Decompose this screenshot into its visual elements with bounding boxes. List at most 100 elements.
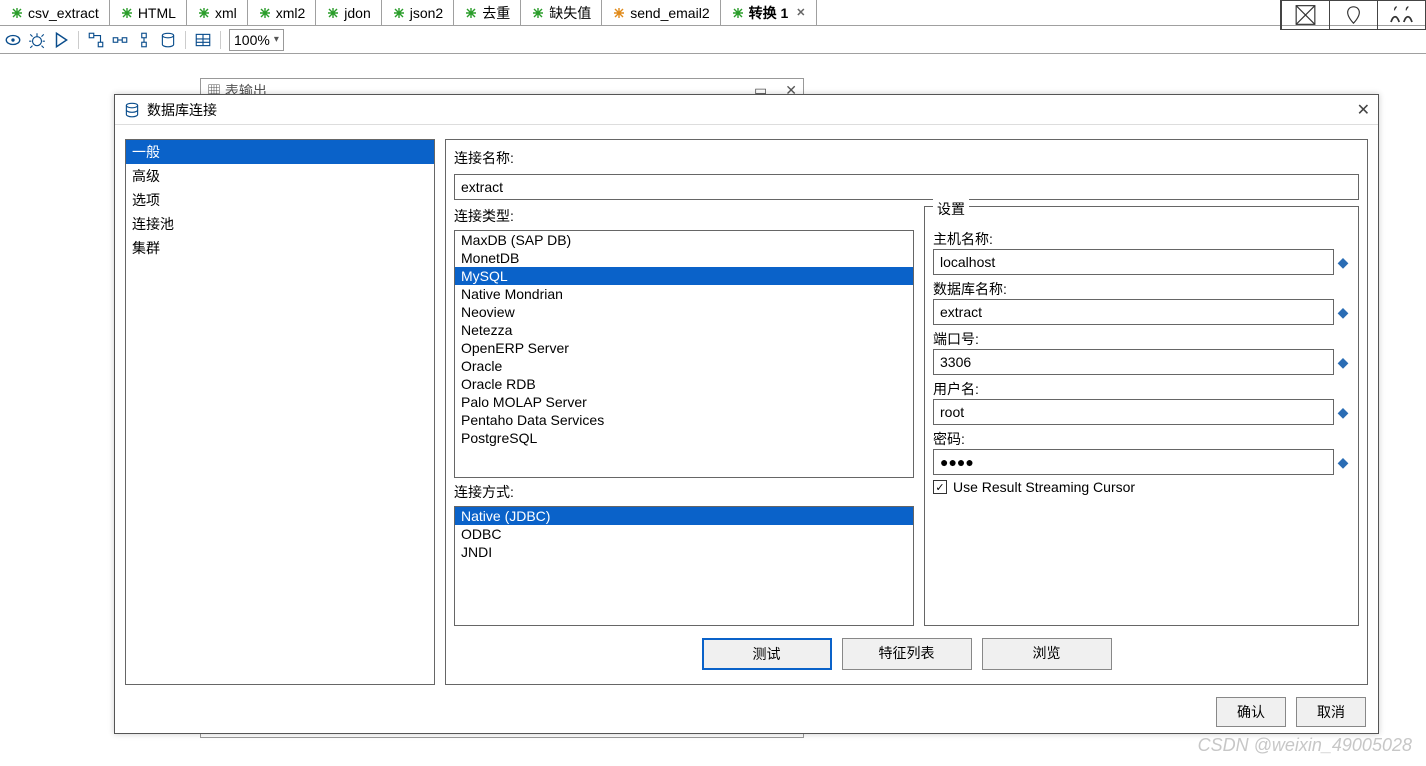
variable-icon[interactable]: ◆: [1336, 355, 1350, 369]
separator: [185, 31, 186, 49]
tab-HTML[interactable]: HTML: [110, 0, 187, 25]
list-item[interactable]: Oracle RDB: [455, 375, 913, 393]
play-icon[interactable]: [52, 31, 70, 49]
nav-panel: 一般高级选项连接池集群: [125, 139, 435, 685]
cancel-button[interactable]: 取消: [1296, 697, 1366, 727]
transform-icon: [258, 6, 272, 20]
nav-item[interactable]: 高级: [126, 164, 434, 188]
transform-icon: [731, 6, 745, 20]
tab-去重[interactable]: 去重: [454, 0, 521, 25]
perspective-icon-1[interactable]: [1281, 1, 1329, 29]
transform-icon: [326, 6, 340, 20]
transform-icon: [10, 6, 24, 20]
password-label: 密码:: [933, 429, 1350, 449]
db-label: 数据库名称:: [933, 279, 1350, 299]
transform-icon: [197, 6, 211, 20]
flow-icon-1[interactable]: [87, 31, 105, 49]
tab-label: jdon: [344, 5, 370, 21]
host-label: 主机名称:: [933, 229, 1350, 249]
content-panel: 连接名称: 连接类型: MaxDB (SAP DB)MonetDBMySQLNa…: [445, 139, 1368, 685]
list-item[interactable]: Netezza: [455, 321, 913, 339]
close-icon[interactable]: ✕: [796, 6, 805, 19]
dialog-titlebar: 数据库连接 ✕: [115, 95, 1378, 125]
grid-icon[interactable]: [194, 31, 212, 49]
transform-icon: [531, 6, 545, 20]
tab-jdon[interactable]: jdon: [316, 0, 381, 25]
variable-icon[interactable]: ◆: [1336, 455, 1350, 469]
features-button[interactable]: 特征列表: [842, 638, 972, 670]
access-list[interactable]: Native (JDBC)ODBCJNDI: [454, 506, 914, 626]
eye-icon[interactable]: [4, 31, 22, 49]
user-input[interactable]: [933, 399, 1334, 425]
connection-name-input[interactable]: [454, 174, 1359, 200]
list-item[interactable]: Native Mondrian: [455, 285, 913, 303]
variable-icon[interactable]: ◆: [1336, 255, 1350, 269]
transform-icon: [120, 6, 134, 20]
db-input[interactable]: [933, 299, 1334, 325]
tab-label: HTML: [138, 5, 176, 21]
test-button[interactable]: 测试: [702, 638, 832, 670]
tab-json2[interactable]: json2: [382, 0, 454, 25]
tab-xml[interactable]: xml: [187, 0, 248, 25]
bug-icon[interactable]: [28, 31, 46, 49]
chevron-down-icon: ▾: [274, 34, 279, 45]
list-item[interactable]: Pentaho Data Services: [455, 411, 913, 429]
variable-icon[interactable]: ◆: [1336, 305, 1350, 319]
access-label: 连接方式:: [454, 482, 914, 502]
perspective-icon-3[interactable]: [1377, 1, 1425, 29]
list-item[interactable]: MySQL: [455, 267, 913, 285]
connection-type-list[interactable]: MaxDB (SAP DB)MonetDBMySQLNative Mondria…: [454, 230, 914, 478]
browse-button[interactable]: 浏览: [982, 638, 1112, 670]
separator: [220, 31, 221, 49]
tab-label: 缺失值: [549, 3, 591, 23]
zoom-value: 100%: [234, 32, 270, 48]
user-label: 用户名:: [933, 379, 1350, 399]
tab-label: 去重: [482, 3, 510, 23]
settings-legend: 设置: [933, 199, 969, 219]
tab-label: xml2: [276, 5, 306, 21]
tab-label: 转换 1: [749, 3, 789, 23]
nav-item[interactable]: 一般: [126, 140, 434, 164]
tab-bar: csv_extract HTML xml xml2 jdon json2 去重 缺失值 send…: [0, 0, 1426, 26]
list-item[interactable]: ODBC: [455, 525, 913, 543]
perspective-icons: [1280, 0, 1426, 30]
flow-icon-2[interactable]: [111, 31, 129, 49]
tab-send_email2[interactable]: send_email2: [602, 0, 720, 25]
list-item[interactable]: PostgreSQL: [455, 429, 913, 447]
zoom-combo[interactable]: 100% ▾: [229, 29, 284, 51]
ok-button[interactable]: 确认: [1216, 697, 1286, 727]
tab-缺失值[interactable]: 缺失值: [521, 0, 602, 25]
tab-label: xml: [215, 5, 237, 21]
db-icon[interactable]: [159, 31, 177, 49]
db-connection-dialog: 数据库连接 ✕ 一般高级选项连接池集群 连接名称: 连接类型: MaxDB (S…: [114, 94, 1379, 734]
tab-xml2[interactable]: xml2: [248, 0, 317, 25]
list-item[interactable]: Palo MOLAP Server: [455, 393, 913, 411]
host-input[interactable]: [933, 249, 1334, 275]
tab-csv_extract[interactable]: csv_extract: [0, 0, 110, 25]
tab-label: csv_extract: [28, 5, 99, 21]
streaming-label: Use Result Streaming Cursor: [953, 479, 1135, 495]
nav-item[interactable]: 选项: [126, 188, 434, 212]
nav-item[interactable]: 连接池: [126, 212, 434, 236]
close-icon[interactable]: ✕: [1357, 100, 1370, 120]
list-item[interactable]: MaxDB (SAP DB): [455, 231, 913, 249]
password-input[interactable]: [933, 449, 1334, 475]
list-item[interactable]: MonetDB: [455, 249, 913, 267]
checkbox-icon[interactable]: ✓: [933, 480, 947, 494]
list-item[interactable]: Native (JDBC): [455, 507, 913, 525]
list-item[interactable]: JNDI: [455, 543, 913, 561]
list-item[interactable]: Neoview: [455, 303, 913, 321]
dialog-title-text: 数据库连接: [147, 100, 217, 120]
nav-item[interactable]: 集群: [126, 236, 434, 260]
streaming-checkbox-row[interactable]: ✓ Use Result Streaming Cursor: [933, 479, 1350, 495]
variable-icon[interactable]: ◆: [1336, 405, 1350, 419]
connection-name-label: 连接名称:: [454, 148, 1359, 168]
connection-type-label: 连接类型:: [454, 206, 914, 226]
tab-转换 1[interactable]: 转换 1 ✕: [721, 0, 817, 25]
flow-icon-3[interactable]: [135, 31, 153, 49]
perspective-icon-2[interactable]: [1329, 1, 1377, 29]
list-item[interactable]: Oracle: [455, 357, 913, 375]
separator: [78, 31, 79, 49]
list-item[interactable]: OpenERP Server: [455, 339, 913, 357]
port-input[interactable]: [933, 349, 1334, 375]
